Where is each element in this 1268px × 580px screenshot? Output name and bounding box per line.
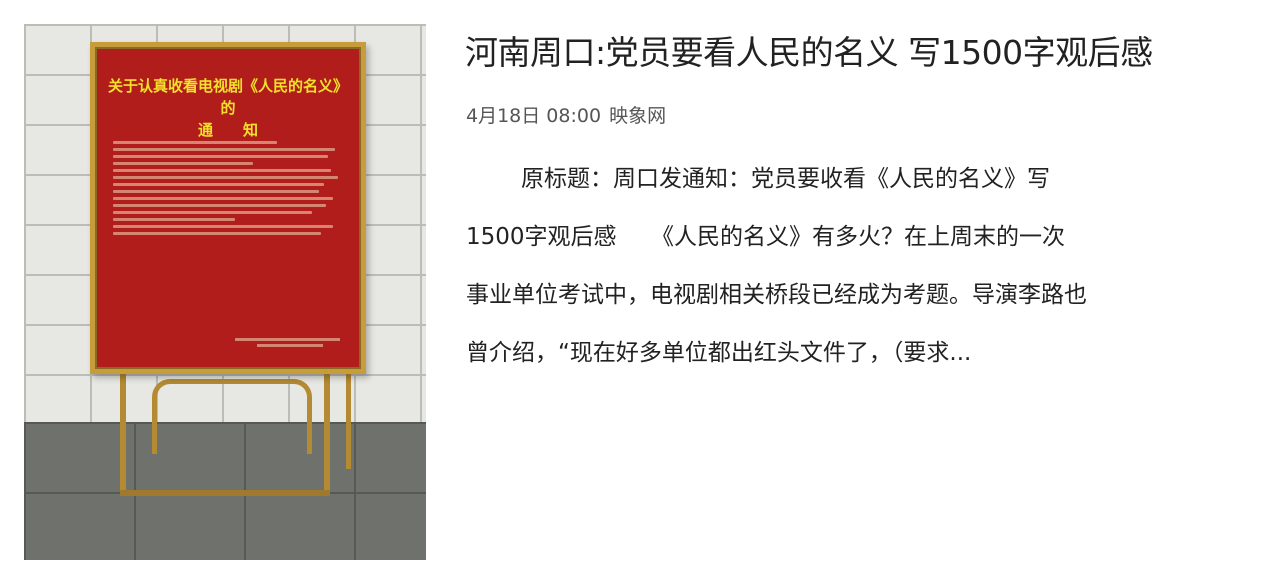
article-date: 4月18日 08:00	[466, 105, 602, 127]
article-source: 映象网	[609, 105, 667, 127]
notice-board: 关于认真收看电视剧《人民的名义》的 通 知	[90, 42, 366, 374]
poster-body-text	[113, 137, 347, 337]
summary-line: 曾介绍，“现在好多单位都出红头文件了，（要求...	[466, 340, 972, 366]
poster-signature	[235, 335, 345, 350]
stand-pole-right	[324, 364, 330, 494]
poster-title: 关于认真收看电视剧《人民的名义》的 通 知	[107, 77, 348, 139]
article-thumbnail[interactable]: 关于认真收看电视剧《人民的名义》的 通 知	[24, 24, 426, 560]
summary-line: 事业单位考试中，电视剧相关桥段已经成为考题。导演李路也	[466, 282, 1087, 308]
stand-pole-left	[120, 364, 126, 494]
article-meta: 4月18日 08:00 映象网	[466, 101, 666, 128]
stand-base-bar	[120, 490, 330, 496]
summary-line: 1500字观后感 《人民的名义》有多火？在上周末的一次	[466, 224, 1066, 250]
stand-arch	[152, 379, 312, 454]
summary-line: 原标题：周口发通知：党员要收看《人民的名义》写	[521, 166, 1050, 192]
article-title[interactable]: 河南周口:党员要看人民的名义 写1500字观后感	[465, 26, 1153, 74]
article-summary[interactable]: 原标题：周口发通知：党员要收看《人民的名义》写 1500字观后感 《人民的名义》…	[466, 150, 1236, 410]
